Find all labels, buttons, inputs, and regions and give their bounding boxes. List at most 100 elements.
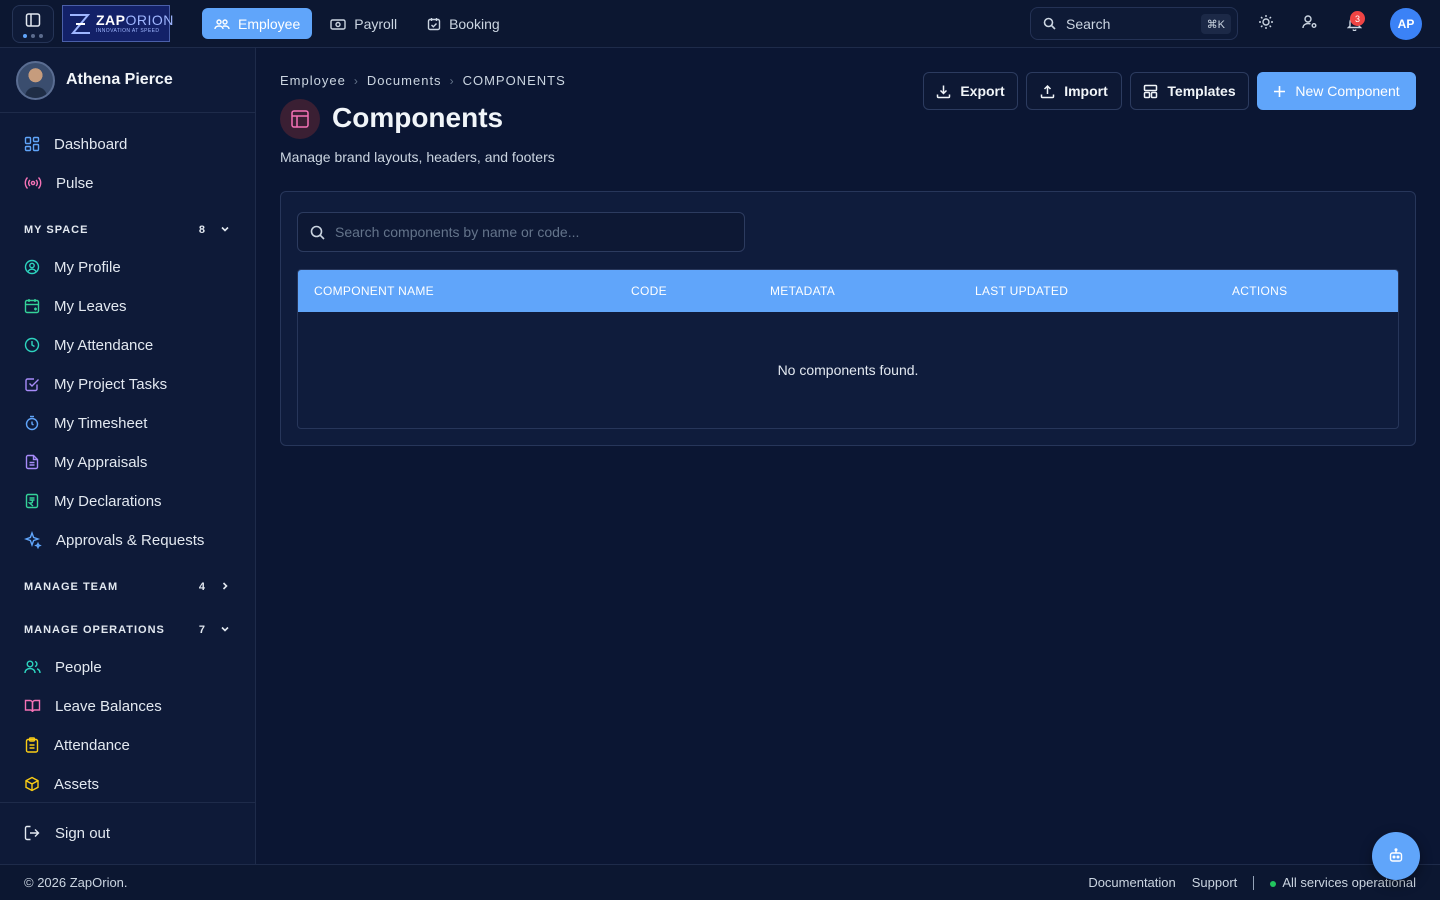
- user-settings-icon[interactable]: [1302, 14, 1318, 30]
- profile-avatar: [16, 60, 55, 100]
- breadcrumb-employee[interactable]: Employee: [280, 73, 346, 88]
- page-subtitle: Manage brand layouts, headers, and foote…: [280, 149, 555, 165]
- sparkle-icon: [24, 531, 42, 549]
- export-button[interactable]: Export: [923, 72, 1018, 110]
- components-search-input[interactable]: [335, 224, 715, 240]
- tab-employee[interactable]: Employee: [202, 8, 313, 39]
- download-icon: [936, 84, 951, 99]
- tab-employee-label: Employee: [238, 15, 301, 32]
- components-card: COMPONENT NAME CODE METADATA LAST UPDATE…: [280, 191, 1416, 446]
- dashboard-icon: [24, 136, 40, 152]
- sidebar-item-label: Attendance: [54, 736, 130, 754]
- sidebar-item-my-timesheet[interactable]: My Timesheet: [24, 411, 147, 435]
- column-header-last-updated[interactable]: LAST UPDATED: [975, 284, 1068, 298]
- calendar-check-icon: [427, 17, 441, 31]
- new-component-button[interactable]: New Component: [1257, 72, 1416, 110]
- sidebar-toggle-button[interactable]: [12, 5, 54, 43]
- search-icon: [310, 225, 325, 240]
- sidebar-item-label: Dashboard: [54, 135, 128, 153]
- user-avatar[interactable]: AP: [1390, 8, 1422, 40]
- stopwatch-icon: [24, 415, 40, 431]
- templates-button[interactable]: Templates: [1130, 72, 1249, 110]
- clock-icon: [24, 337, 40, 353]
- sidebar-item-leave-balances[interactable]: Leave Balances: [24, 694, 162, 718]
- components-table: COMPONENT NAME CODE METADATA LAST UPDATE…: [297, 269, 1399, 429]
- rupee-file-icon: [24, 493, 40, 509]
- sidebar-item-assets[interactable]: Assets: [24, 772, 99, 796]
- sidebar-item-my-declarations[interactable]: My Declarations: [24, 489, 162, 513]
- brand-logo[interactable]: ZAPORION INNOVATION AT SPEED: [62, 5, 173, 42]
- sidebar-profile[interactable]: Athena Pierce: [0, 48, 255, 113]
- chevron-down-icon: [220, 624, 230, 634]
- components-search[interactable]: [297, 212, 745, 252]
- sidebar-footer: Sign out: [0, 802, 255, 864]
- breadcrumb-documents[interactable]: Documents: [367, 73, 442, 88]
- logo-tagline: INNOVATION AT SPEED: [96, 28, 160, 34]
- column-header-metadata[interactable]: METADATA: [770, 284, 835, 298]
- section-manage-team[interactable]: MANAGE TEAM 4: [24, 577, 234, 597]
- chevron-down-icon: [220, 224, 230, 234]
- top-bar: ZAPORION INNOVATION AT SPEED Employee Pa…: [0, 0, 1440, 48]
- import-button[interactable]: Import: [1026, 72, 1122, 110]
- support-link[interactable]: Support: [1192, 875, 1238, 890]
- tab-booking-label: Booking: [449, 15, 500, 32]
- sidebar-item-label: My Profile: [54, 258, 121, 276]
- sidebar-item-people[interactable]: People: [24, 655, 102, 679]
- sidebar-item-label: Leave Balances: [55, 697, 162, 715]
- search-shortcut: ⌘K: [1200, 14, 1231, 34]
- sidebar-item-my-leaves[interactable]: My Leaves: [24, 294, 127, 318]
- tab-booking[interactable]: Booking: [415, 8, 512, 39]
- column-header-code[interactable]: CODE: [631, 284, 667, 298]
- breadcrumb: Employee › Documents › COMPONENTS: [280, 73, 566, 88]
- tab-payroll[interactable]: Payroll: [318, 8, 409, 39]
- section-count: 4: [198, 581, 206, 593]
- book-open-icon: [24, 698, 41, 714]
- sidebar-panel-icon: [25, 12, 41, 28]
- empty-state-message: No components found.: [777, 362, 919, 378]
- global-search[interactable]: Search ⌘K: [1030, 7, 1238, 40]
- chevron-right-icon: [220, 581, 230, 591]
- sidebar-item-label: Pulse: [56, 174, 94, 192]
- sidebar-item-attendance[interactable]: Attendance: [24, 733, 130, 757]
- sidebar-item-my-project-tasks[interactable]: My Project Tasks: [24, 372, 167, 396]
- column-header-actions: ACTIONS: [1232, 284, 1288, 298]
- documentation-link[interactable]: Documentation: [1088, 875, 1175, 890]
- sign-out-button[interactable]: Sign out: [24, 821, 110, 845]
- zaporion-logo-icon: [67, 11, 93, 37]
- bot-icon: [1388, 848, 1404, 864]
- workspace-dots: [23, 34, 43, 38]
- search-label: Search: [1066, 15, 1111, 32]
- section-my-space[interactable]: MY SPACE 8: [24, 220, 234, 240]
- sidebar-item-my-attendance[interactable]: My Attendance: [24, 333, 153, 357]
- sidebar-item-label: My Timesheet: [54, 414, 148, 432]
- broadcast-icon: [24, 175, 42, 191]
- page-title: Components: [332, 102, 504, 133]
- people-icon: [24, 659, 41, 675]
- search-icon: [1043, 17, 1056, 30]
- sidebar-item-label: My Leaves: [54, 297, 127, 315]
- clipboard-icon: [24, 737, 40, 753]
- calendar-plus-icon: [24, 298, 40, 314]
- sidebar-item-label: My Declarations: [54, 492, 162, 510]
- sidebar-item-pulse[interactable]: Pulse: [24, 171, 94, 195]
- sidebar-item-my-profile[interactable]: My Profile: [24, 255, 121, 279]
- sign-out-label: Sign out: [55, 824, 111, 842]
- column-header-component-name[interactable]: COMPONENT NAME: [314, 284, 434, 298]
- file-text-icon: [24, 454, 40, 470]
- templates-label: Templates: [1167, 83, 1236, 99]
- cash-icon: [330, 17, 346, 31]
- sidebar-item-my-appraisals[interactable]: My Appraisals: [24, 450, 147, 474]
- import-label: Import: [1064, 83, 1108, 99]
- notification-badge: 3: [1350, 11, 1365, 26]
- sidebar-item-dashboard[interactable]: Dashboard: [24, 132, 127, 156]
- sidebar-item-label: Approvals & Requests: [56, 531, 205, 549]
- section-manage-operations[interactable]: MANAGE OPERATIONS 7: [24, 620, 234, 640]
- section-count: 7: [198, 624, 206, 636]
- copyright: © 2026 ZapOrion.: [24, 875, 128, 890]
- footer-divider: [1253, 875, 1255, 890]
- sun-icon[interactable]: [1258, 14, 1274, 30]
- export-label: Export: [960, 83, 1005, 99]
- table-header: COMPONENT NAME CODE METADATA LAST UPDATE…: [298, 270, 1398, 312]
- assistant-bot-button[interactable]: [1372, 832, 1420, 880]
- sidebar-item-approvals-requests[interactable]: Approvals & Requests: [24, 528, 204, 552]
